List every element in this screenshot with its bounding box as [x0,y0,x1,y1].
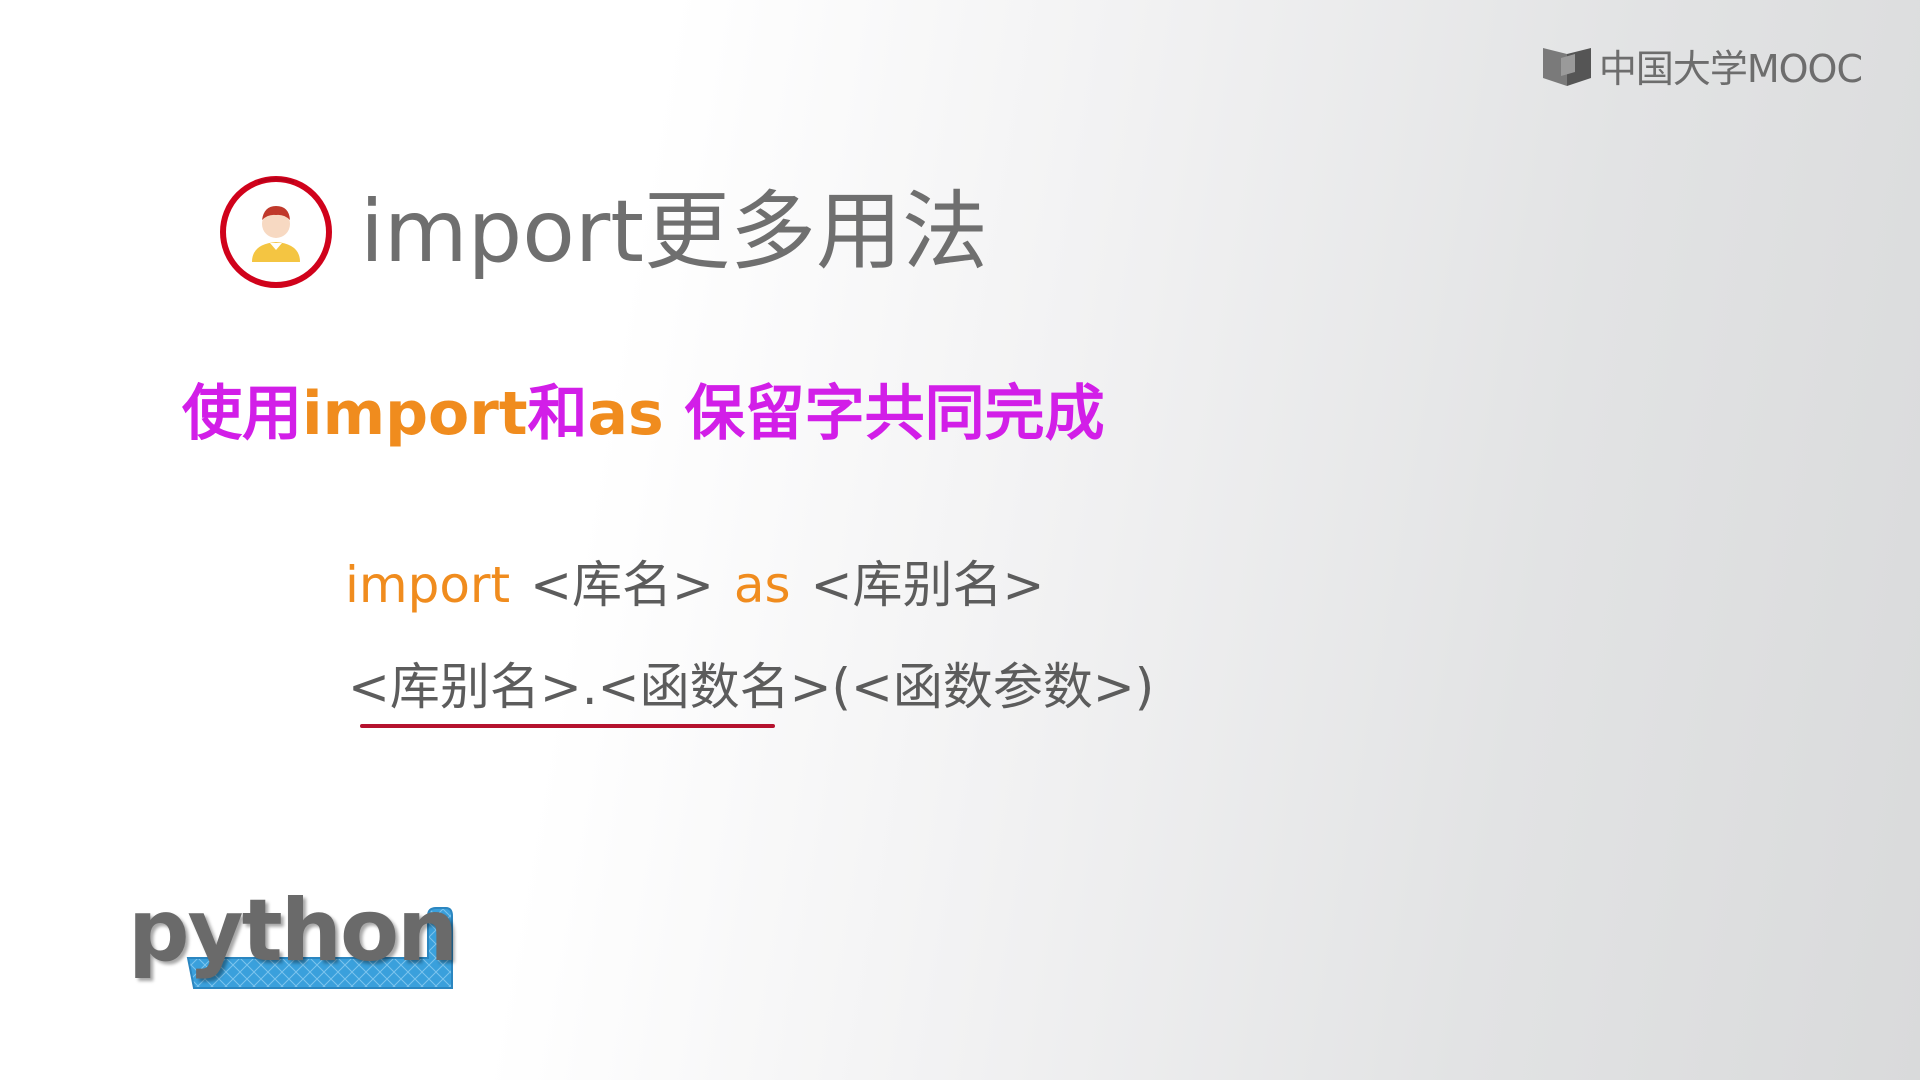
python-logo-text: python [128,881,458,981]
mooc-watermark: 中国大学MOOC [1539,40,1863,91]
title-row: import更多用法 [218,172,988,292]
placeholder-alias: <库别名> [810,556,1045,614]
syntax-line-2: <库别名>.<函数名>(<函数参数>) [348,658,1155,716]
keyword-as: as [733,556,791,614]
subtitle-part: 使用 [182,379,302,449]
subtitle-keyword-import: import [302,379,528,449]
keyword-import: import [345,556,511,614]
syntax-line-1: import <库名> as <库别名> [345,560,1044,610]
watermark-text: 中国大学MOOC [1598,46,1863,91]
slide: 中国大学MOOC import更多用法 使用import和as 保留字共同完成 … [0,0,1920,1080]
placeholder-libname: <库名> [530,556,714,614]
subtitle: 使用import和as 保留字共同完成 [182,384,1105,444]
page-title: import更多用法 [360,182,988,282]
python-logo: python [128,888,458,998]
highlight-underline [360,724,775,728]
subtitle-part: 和 [527,379,588,449]
mooc-book-icon [1539,42,1595,88]
person-avatar-icon [218,174,334,290]
subtitle-keyword-as: as [587,379,664,449]
subtitle-part: 保留字共同完成 [663,379,1105,449]
